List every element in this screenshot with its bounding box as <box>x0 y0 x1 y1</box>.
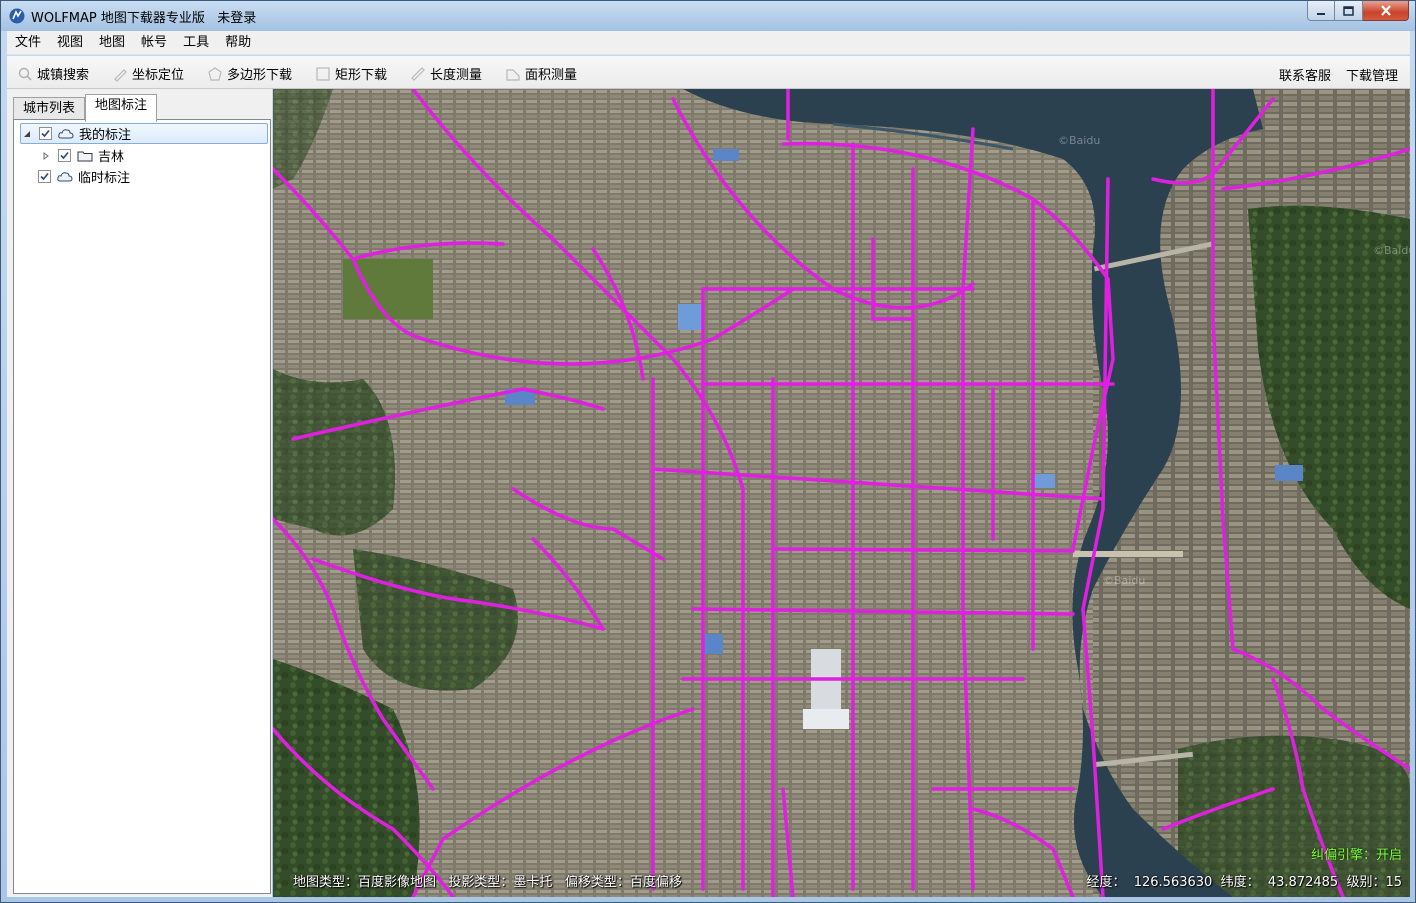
coordinate-locate-button[interactable]: 坐标定位 <box>112 64 184 83</box>
coordinate-status: 经度： 126.563630 纬度： 43.872485 级别：15 <box>1086 871 1402 890</box>
longitude-value: 126.563630 <box>1133 875 1213 890</box>
length-measure-label: 长度测量 <box>430 68 483 83</box>
menu-tools[interactable]: 工具 <box>175 32 217 54</box>
tab-map-annotations[interactable]: 地图标注 <box>85 94 158 122</box>
menu-map[interactable]: 地图 <box>91 32 133 54</box>
town-search-label: 城镇搜索 <box>37 68 90 83</box>
expand-arrow-icon[interactable] <box>40 150 52 162</box>
sidebar: 城市列表 地图标注 我的标注 吉林 临时标注 <box>7 89 272 897</box>
tree-node-my-annotations[interactable]: 我的标注 <box>20 123 268 144</box>
area-icon <box>506 68 520 81</box>
contact-support-link[interactable]: 联系客服 <box>1279 65 1331 84</box>
polygon-icon <box>208 66 222 81</box>
login-status: 未登录 <box>217 11 257 26</box>
minimize-icon <box>1317 12 1325 15</box>
tree-node-temp-annotations[interactable]: 临时标注 <box>20 166 130 187</box>
tree-label-my-annotations: 我的标注 <box>79 128 132 143</box>
correction-engine-status: 纠偏引擎：开启 <box>1310 848 1402 863</box>
cloud-folder-icon <box>58 128 74 138</box>
longitude-label: 经度： <box>1086 875 1126 890</box>
caption-buttons <box>1307 1 1409 21</box>
annotation-tree: 我的标注 吉林 临时标注 <box>13 119 271 894</box>
sidebar-tabs: 城市列表 地图标注 <box>13 94 158 122</box>
rectangle-icon <box>316 66 330 81</box>
menu-help[interactable]: 帮助 <box>217 32 259 54</box>
title-bar[interactable]: WOLFMAP 地图下载器专业版 未登录 <box>1 1 1415 31</box>
check-icon <box>40 172 49 181</box>
rectangle-download-label: 矩形下载 <box>335 68 388 83</box>
coordinate-locate-label: 坐标定位 <box>132 68 185 83</box>
checkbox-jilin[interactable] <box>58 149 71 162</box>
map-type-text: 地图类型：百度影像地图 <box>293 875 437 890</box>
projection-type-text: 投影类型：墨卡托 <box>448 875 553 890</box>
tree-label-jilin: 吉林 <box>98 150 125 165</box>
tab-city-list[interactable]: 城市列表 <box>13 97 86 121</box>
search-icon <box>18 67 32 81</box>
minimize-button[interactable] <box>1307 1 1335 21</box>
area-measure-label: 面积测量 <box>525 68 578 83</box>
ruler-icon <box>411 66 425 81</box>
offset-type-text: 偏移类型：百度偏移 <box>564 875 682 890</box>
app-title: WOLFMAP 地图下载器专业版 <box>31 11 205 26</box>
close-button[interactable] <box>1363 1 1409 21</box>
map-watermark: ©Baidu <box>1373 244 1410 257</box>
app-window: WOLFMAP 地图下载器专业版 未登录 文件 视图 地图 帐号 工具 帮助 城… <box>0 0 1416 903</box>
folder-icon <box>77 151 93 161</box>
zoom-level-value: 15 <box>1385 875 1402 890</box>
checkbox-my-annotations[interactable] <box>39 127 52 140</box>
pencil-icon <box>114 68 127 82</box>
toolbar: 城镇搜索 坐标定位 多边形下载 矩形下载 长度测量 面积测量 联系客服 下载管理 <box>7 56 1410 89</box>
zoom-level-label: 级别： <box>1346 875 1386 890</box>
tree-label-temp-annotations: 临时标注 <box>78 171 131 186</box>
check-icon <box>60 151 69 160</box>
map-view[interactable]: ©Baidu ©Baidu ©Baidu 纠偏引擎：开启 地图类型：百度影像地图… <box>273 89 1410 897</box>
maximize-icon <box>1343 5 1354 16</box>
polygon-download-button[interactable]: 多边形下载 <box>207 64 292 83</box>
window-title: WOLFMAP 地图下载器专业版 未登录 <box>31 7 256 26</box>
menu-account[interactable]: 帐号 <box>133 32 175 54</box>
polygon-download-label: 多边形下载 <box>227 68 293 83</box>
cloud-folder-icon <box>57 171 73 181</box>
collapse-arrow-icon[interactable] <box>21 128 33 140</box>
menu-bar: 文件 视图 地图 帐号 工具 帮助 <box>7 31 1410 55</box>
latitude-value: 43.872485 <box>1267 875 1339 890</box>
download-manager-link[interactable]: 下载管理 <box>1346 65 1398 84</box>
town-search-button[interactable]: 城镇搜索 <box>17 64 89 83</box>
length-measure-button[interactable]: 长度测量 <box>410 64 482 83</box>
close-icon <box>1380 5 1391 16</box>
satellite-imagery <box>273 89 1410 897</box>
tree-node-jilin[interactable]: 吉林 <box>40 145 124 166</box>
check-icon <box>41 129 50 138</box>
map-info-status: 地图类型：百度影像地图 投影类型：墨卡托 偏移类型：百度偏移 <box>293 871 682 890</box>
rectangle-download-button[interactable]: 矩形下载 <box>315 64 387 83</box>
map-watermark: ©Baidu <box>1058 134 1101 147</box>
latitude-label: 纬度： <box>1220 875 1260 890</box>
maximize-button[interactable] <box>1335 1 1363 21</box>
area-measure-button[interactable]: 面积测量 <box>505 64 577 83</box>
checkbox-temp-annotations[interactable] <box>38 170 51 183</box>
menu-file[interactable]: 文件 <box>7 32 49 54</box>
map-watermark: ©Baidu <box>1103 574 1146 587</box>
app-logo-icon <box>9 8 25 24</box>
menu-view[interactable]: 视图 <box>49 32 91 54</box>
